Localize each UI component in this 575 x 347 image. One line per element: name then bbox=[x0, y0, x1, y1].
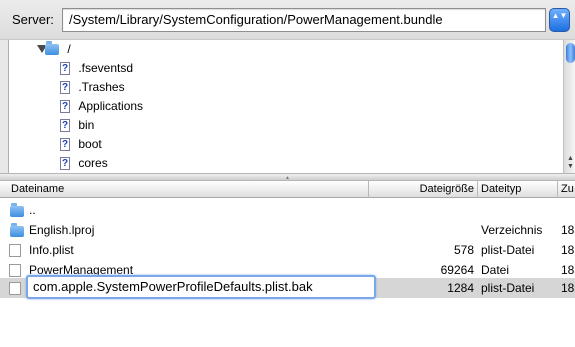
file-type: plist-Datei bbox=[481, 243, 535, 257]
server-path-input[interactable]: /System/Library/SystemConfiguration/Powe… bbox=[62, 8, 546, 32]
tree-item-label: bin bbox=[78, 118, 95, 132]
tree-item[interactable]: ? Applications bbox=[60, 97, 143, 115]
list-item[interactable]: Info.plist 578 plist-Datei 18 bbox=[0, 240, 575, 260]
tree-scrollbar[interactable]: ▲ ▼ bbox=[563, 40, 575, 173]
tree-item[interactable]: ? boot bbox=[60, 135, 102, 153]
file-modified: 18 bbox=[561, 243, 575, 257]
file-modified: 18 bbox=[561, 223, 575, 237]
stepper-arrows-icon: ▲▼ bbox=[551, 11, 568, 20]
directory-tree[interactable]: / ? .fseventsd ? .Trashes ? Applications… bbox=[8, 40, 575, 173]
tree-item-label: Applications bbox=[78, 99, 144, 113]
unknown-file-icon: ? bbox=[60, 138, 70, 152]
unknown-file-icon: ? bbox=[60, 62, 70, 76]
unknown-file-icon: ? bbox=[60, 157, 70, 171]
folder-icon bbox=[10, 223, 24, 237]
file-size: 1284 bbox=[447, 281, 474, 295]
tree-item-label: boot bbox=[78, 137, 102, 151]
folder-icon bbox=[10, 203, 24, 217]
file-modified: 18 bbox=[561, 263, 575, 277]
file-icon bbox=[9, 282, 21, 295]
file-list[interactable]: .. English.lproj Verzeichnis 18 Info.pli… bbox=[0, 198, 575, 347]
tree-item[interactable]: ? bin bbox=[60, 116, 94, 134]
tree-item-label: cores bbox=[78, 156, 108, 170]
tree-item-label: .fseventsd bbox=[78, 61, 134, 75]
list-item[interactable]: English.lproj Verzeichnis 18 bbox=[0, 220, 575, 240]
column-header-modified[interactable]: Zu bbox=[558, 181, 575, 198]
folder-icon bbox=[45, 41, 59, 56]
file-name: English.lproj bbox=[29, 223, 95, 237]
file-size: 578 bbox=[453, 243, 474, 257]
file-list-header: Dateiname Dateigröße Dateityp Zu bbox=[0, 181, 575, 198]
unknown-file-icon: ? bbox=[60, 81, 70, 95]
unknown-file-icon: ? bbox=[60, 100, 70, 114]
tree-item[interactable]: ? .Trashes bbox=[60, 78, 125, 96]
tree-item-label: .Trashes bbox=[78, 80, 125, 94]
file-type: Verzeichnis bbox=[481, 223, 543, 237]
tree-root-row[interactable]: / bbox=[37, 40, 71, 58]
pane-splitter[interactable]: ▲ bbox=[0, 173, 575, 181]
file-size: 69264 bbox=[440, 263, 474, 277]
scroll-arrows-icon[interactable]: ▲ ▼ bbox=[565, 155, 575, 171]
file-modified: 18 bbox=[561, 281, 575, 295]
column-header-type[interactable]: Dateityp bbox=[478, 181, 558, 198]
server-label: Server: bbox=[12, 12, 54, 27]
file-size bbox=[369, 220, 474, 240]
scrollbar-thumb[interactable] bbox=[566, 43, 575, 63]
server-bar: Server: /System/Library/SystemConfigurat… bbox=[0, 0, 575, 40]
server-path-stepper[interactable]: ▲▼ bbox=[549, 8, 570, 32]
rename-input[interactable]: com.apple.SystemPowerProfileDefaults.pli… bbox=[26, 275, 376, 299]
file-type: plist-Datei bbox=[481, 281, 535, 295]
column-header-name[interactable]: Dateiname bbox=[8, 181, 369, 198]
list-item[interactable]: .. bbox=[0, 200, 575, 220]
file-name: Info.plist bbox=[29, 243, 74, 257]
file-icon bbox=[9, 264, 21, 277]
tree-root-label: / bbox=[67, 42, 71, 56]
tree-item[interactable]: ? cores bbox=[60, 154, 108, 172]
file-name: .. bbox=[29, 203, 36, 217]
file-type: Datei bbox=[481, 263, 510, 277]
column-header-size[interactable]: Dateigröße bbox=[369, 181, 478, 198]
tree-item[interactable]: ? .fseventsd bbox=[60, 59, 133, 77]
unknown-file-icon: ? bbox=[60, 119, 70, 133]
file-icon bbox=[9, 244, 21, 257]
